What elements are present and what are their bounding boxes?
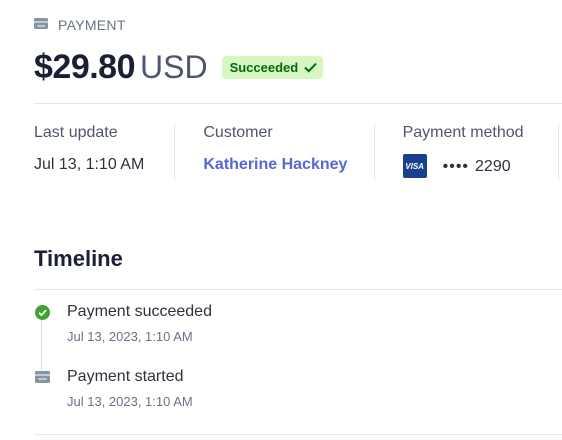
timeline-event-title: Payment started [67, 368, 184, 385]
timeline-event: Payment started Jul 13, 2023, 1:10 AM [34, 368, 193, 409]
divider [34, 434, 562, 435]
timeline-event-time: Jul 13, 2023, 1:10 AM [67, 329, 193, 344]
column-divider [174, 124, 175, 180]
status-badge: Succeeded [221, 56, 324, 79]
column-divider [374, 124, 375, 180]
wallet-icon [34, 368, 50, 409]
section-label: PAYMENT [58, 17, 126, 33]
timeline-title: Timeline [34, 246, 123, 271]
last-update-label: Last update [34, 124, 118, 141]
status-label: Succeeded [229, 60, 299, 75]
payment-method-field: Payment method VISA •••• 2290 [402, 124, 562, 184]
divider [34, 103, 562, 104]
payment-currency: USD [140, 49, 208, 85]
column-divider [558, 124, 559, 180]
customer-field: Customer Katherine Hackney [203, 124, 402, 184]
card-mask-dots: •••• [442, 158, 470, 175]
payment-method-label: Payment method [402, 124, 524, 141]
timeline-event-time: Jul 13, 2023, 1:10 AM [67, 394, 193, 409]
payment-amount: $29.80 [34, 48, 136, 86]
checkmark-icon [304, 62, 317, 73]
timeline-event-title: Payment succeeded [67, 303, 212, 320]
visa-card-icon: VISA [402, 154, 427, 178]
customer-link[interactable]: Katherine Hackney [203, 156, 402, 174]
payment-method-value: VISA •••• 2290 [402, 154, 562, 178]
payment-details: Last update Jul 13, 1:10 AM Customer Kat… [34, 124, 562, 184]
amount-row: $29.80 USD Succeeded [34, 48, 324, 87]
customer-label: Customer [203, 124, 273, 141]
last-update-field: Last update Jul 13, 1:10 AM [34, 124, 203, 184]
last-update-value: Jul 13, 1:10 AM [34, 156, 145, 173]
timeline-event: Payment succeeded Jul 13, 2023, 1:10 AM [34, 303, 212, 344]
card-last4: 2290 [475, 158, 511, 175]
divider [34, 289, 562, 290]
check-circle-icon [34, 303, 50, 344]
wallet-icon [34, 16, 48, 34]
payment-label-row: PAYMENT [34, 16, 126, 34]
